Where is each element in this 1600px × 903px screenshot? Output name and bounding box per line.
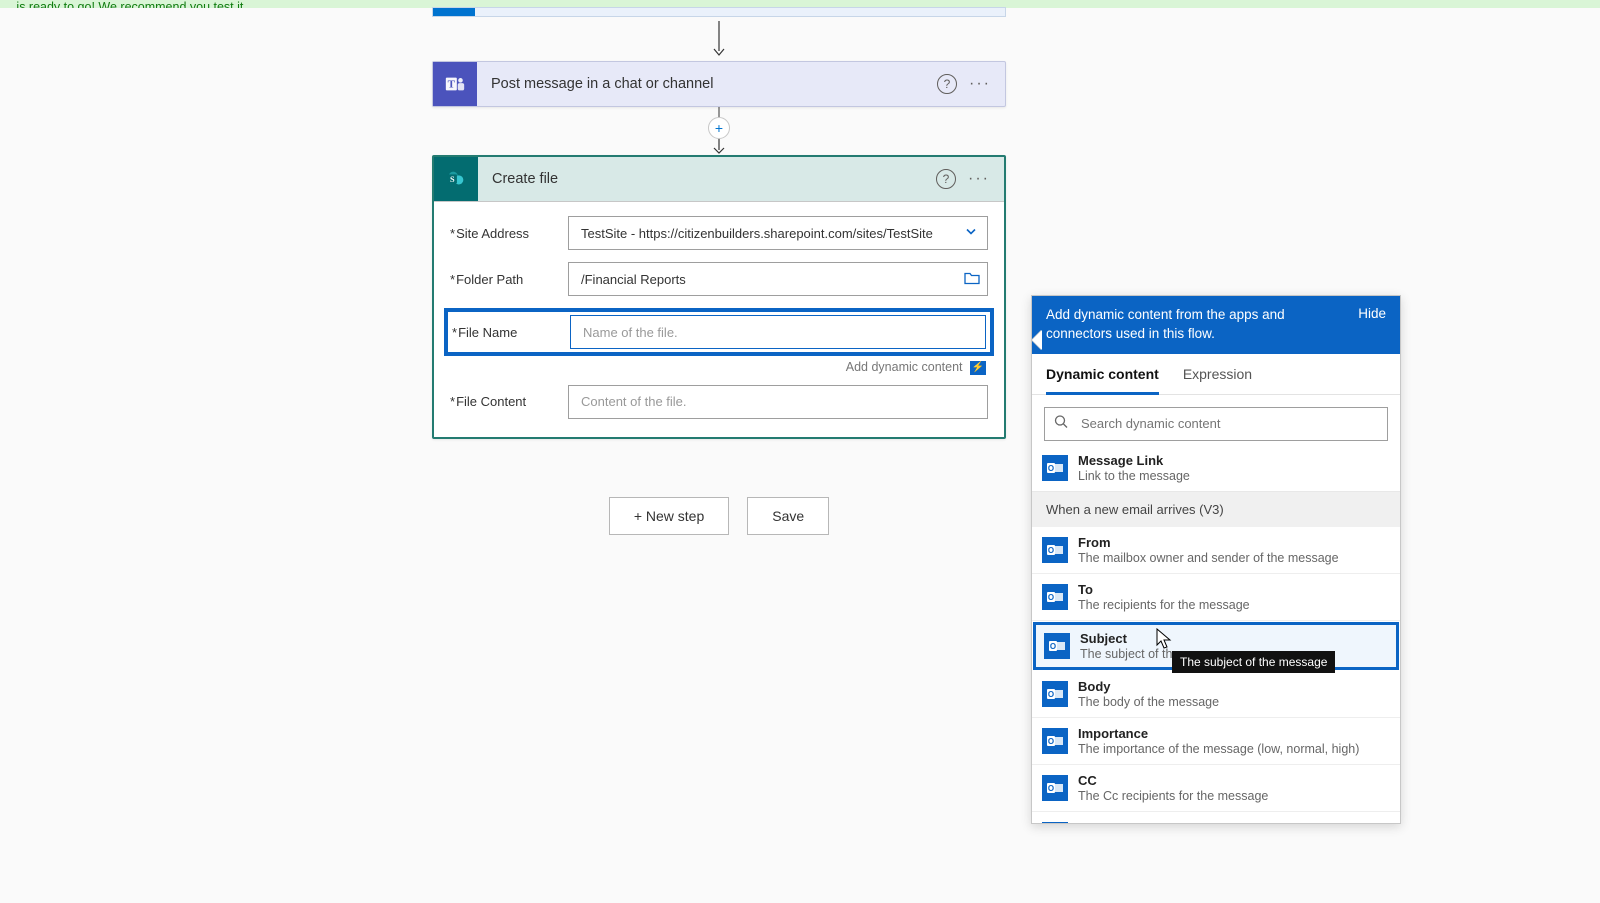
trigger-step-stub[interactable] xyxy=(432,7,1006,17)
svg-text:O: O xyxy=(1050,642,1056,651)
folder-picker-icon[interactable] xyxy=(964,271,980,288)
new-step-button[interactable]: + New step xyxy=(609,497,729,535)
action-title: Create file xyxy=(478,171,936,187)
outlook-token-icon: O xyxy=(1042,822,1068,823)
svg-text:O: O xyxy=(1048,784,1054,793)
connector-arrow xyxy=(432,17,1006,61)
field-file-content: *File Content xyxy=(450,385,988,419)
hide-flyout-button[interactable]: Hide xyxy=(1358,306,1386,321)
teams-icon: T xyxy=(433,62,477,106)
outlook-token-icon: O xyxy=(1042,681,1068,707)
save-button[interactable]: Save xyxy=(747,497,829,535)
tooltip: The subject of the message xyxy=(1172,651,1335,673)
more-icon[interactable]: ··· xyxy=(964,170,994,188)
trigger-progress-bar xyxy=(433,8,475,16)
svg-text:O: O xyxy=(1048,464,1054,473)
flyout-title: Add dynamic content from the apps and co… xyxy=(1046,306,1358,344)
tab-expression[interactable]: Expression xyxy=(1183,366,1252,394)
banner-text: ...is ready to go! We recommend you test… xyxy=(6,0,243,8)
add-step-inline-button[interactable]: + xyxy=(708,117,730,139)
action-header[interactable]: S Create file ? ··· xyxy=(434,157,1004,202)
token-to[interactable]: OToThe recipients for the message xyxy=(1032,574,1400,621)
file-content-label: File Content xyxy=(456,394,526,409)
field-file-name-highlight: *File Name xyxy=(444,308,994,356)
connector-line xyxy=(714,107,724,117)
outlook-token-icon: O xyxy=(1042,537,1068,563)
outlook-token-icon: O xyxy=(1042,455,1068,481)
info-icon[interactable]: ? xyxy=(937,74,957,94)
svg-text:O: O xyxy=(1048,593,1054,602)
info-icon[interactable]: ? xyxy=(936,169,956,189)
outlook-token-icon: O xyxy=(1042,775,1068,801)
flow-canvas: T Post message in a chat or channel ? ··… xyxy=(432,7,1006,535)
svg-text:O: O xyxy=(1048,546,1054,555)
group-header-email-trigger: When a new email arrives (V3) xyxy=(1032,492,1400,527)
add-dynamic-content-link[interactable]: Add dynamic content ⚡ xyxy=(450,360,988,375)
folder-path-label: Folder Path xyxy=(456,272,523,287)
file-name-input[interactable] xyxy=(570,315,986,349)
site-address-select[interactable] xyxy=(568,216,988,250)
file-content-input[interactable] xyxy=(568,385,988,419)
action-create-file: S Create file ? ··· *Site Address *Folde… xyxy=(432,155,1006,439)
field-folder-path: *Folder Path xyxy=(450,262,988,296)
action-post-message-teams[interactable]: T Post message in a chat or channel ? ··… xyxy=(432,61,1006,107)
outlook-token-icon: O xyxy=(1042,728,1068,754)
site-address-label: Site Address xyxy=(456,226,529,241)
tab-dynamic-content[interactable]: Dynamic content xyxy=(1046,366,1159,395)
token-importance[interactable]: OImportanceThe importance of the message… xyxy=(1032,718,1400,765)
svg-text:S: S xyxy=(450,175,455,184)
token-from[interactable]: OFromThe mailbox owner and sender of the… xyxy=(1032,527,1400,574)
search-dynamic-content-input[interactable] xyxy=(1044,407,1388,441)
token-cc[interactable]: OCCThe Cc recipients for the message xyxy=(1032,765,1400,812)
svg-text:O: O xyxy=(1048,737,1054,746)
connector-arrow-small xyxy=(711,139,727,155)
search-icon xyxy=(1054,414,1068,433)
dynamic-content-toggle-icon: ⚡ xyxy=(970,361,986,375)
field-file-name: *File Name xyxy=(452,315,986,349)
token-message-link[interactable]: O Message Link Link to the message xyxy=(1032,453,1400,492)
file-name-label: File Name xyxy=(458,325,517,340)
token-bcc[interactable]: OBCCThe Bcc recipients for the message xyxy=(1032,812,1400,823)
dynamic-content-flyout: Add dynamic content from the apps and co… xyxy=(1031,295,1401,824)
svg-text:O: O xyxy=(1048,690,1054,699)
outlook-token-icon: O xyxy=(1044,633,1070,659)
svg-text:T: T xyxy=(448,79,456,91)
dynamic-content-list[interactable]: O Message Link Link to the message When … xyxy=(1032,453,1400,823)
field-site-address: *Site Address xyxy=(450,216,988,250)
token-body[interactable]: OBodyThe body of the message xyxy=(1032,671,1400,718)
folder-path-input[interactable] xyxy=(568,262,988,296)
more-icon[interactable]: ··· xyxy=(965,75,995,93)
action-title: Post message in a chat or channel xyxy=(477,76,937,92)
outlook-token-icon: O xyxy=(1042,584,1068,610)
sharepoint-icon: S xyxy=(434,157,478,201)
